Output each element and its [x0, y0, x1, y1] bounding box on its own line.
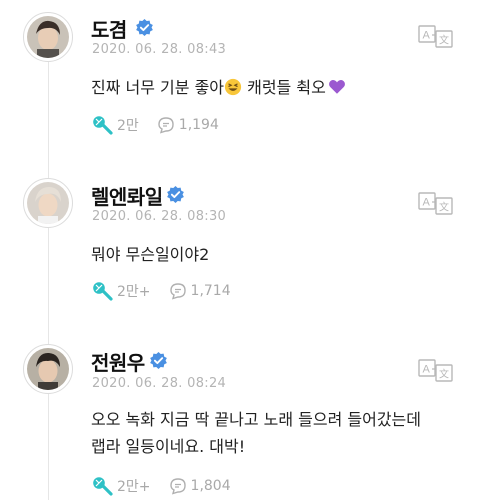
- author-name[interactable]: 도겸: [91, 14, 127, 43]
- post-text: 진짜 너무 기분 좋아 캐럿들 췩오: [91, 74, 346, 101]
- author-name[interactable]: 전원우: [91, 347, 145, 376]
- comment-button[interactable]: 1,194: [157, 116, 219, 134]
- comment-count: 1,804: [190, 478, 231, 494]
- like-button[interactable]: 2만: [91, 115, 139, 135]
- post-item: 렐엔롸일 2020. 06. 28. 08:30 A 文 뭐야 무슨일이야2 2…: [0, 168, 480, 328]
- translate-icon[interactable]: A 文: [418, 359, 454, 383]
- post-timestamp: 2020. 06. 28. 08:30: [92, 209, 227, 224]
- author-name[interactable]: 렐엔롸일: [91, 181, 163, 210]
- verified-icon: [136, 18, 153, 37]
- like-count: 2만+: [117, 284, 151, 300]
- svg-text:文: 文: [439, 368, 449, 381]
- light-stick-icon: [93, 282, 113, 301]
- post-item: 도겸 2020. 06. 28. 08:43 A 文 진짜 너무 기분 좋아 캐…: [0, 0, 480, 160]
- avatar-photo: [27, 16, 69, 58]
- verified-icon: [167, 185, 184, 204]
- post-text-part: 진짜 너무 기분 좋아: [91, 78, 225, 97]
- post-text: 오오 녹화 지금 딱 끝나고 노래 들으려 들어갔는데 랩라 일등이네요. 대박…: [91, 406, 421, 460]
- post-item: 전원우 2020. 06. 28. 08:24 A 文 오오 녹화 지금 딱 끝…: [0, 332, 480, 504]
- like-count: 2만: [117, 118, 139, 134]
- avatar[interactable]: [23, 178, 73, 228]
- post-actions: 2만+ 1,804: [91, 475, 249, 497]
- svg-text:A: A: [423, 30, 431, 42]
- translate-icon[interactable]: A 文: [418, 25, 454, 49]
- svg-text:文: 文: [439, 201, 449, 214]
- svg-text:A: A: [423, 364, 431, 376]
- post-text-line: 오오 녹화 지금 딱 끝나고 노래 들으려 들어갔는데: [91, 410, 422, 429]
- svg-text:文: 文: [439, 34, 449, 47]
- post-text: 뭐야 무슨일이야2: [91, 245, 210, 264]
- avatar[interactable]: [23, 344, 73, 394]
- light-stick-icon: [93, 116, 113, 135]
- verified-icon: [150, 351, 167, 370]
- avatar[interactable]: [23, 12, 73, 62]
- post-text-line: 랩라 일등이네요. 대박!: [91, 437, 246, 456]
- post-timestamp: 2020. 06. 28. 08:24: [92, 376, 227, 391]
- like-count: 2만+: [117, 479, 151, 495]
- comment-icon: [169, 478, 186, 495]
- post-text-part: 캐럿들 췩오: [242, 78, 326, 97]
- avatar-photo: [27, 348, 69, 390]
- comment-button[interactable]: 1,714: [169, 282, 231, 300]
- post-timestamp: 2020. 06. 28. 08:43: [92, 42, 227, 57]
- comment-icon: [158, 117, 174, 134]
- like-button[interactable]: 2만+: [91, 476, 151, 496]
- grinning-squinting-face-icon: [224, 78, 242, 96]
- comment-count: 1,714: [190, 283, 231, 299]
- comment-count: 1,194: [178, 117, 219, 133]
- light-stick-icon: [93, 477, 113, 496]
- purple-heart-icon: [328, 80, 345, 94]
- post-actions: 2만 1,194: [91, 114, 237, 136]
- avatar-photo: [27, 182, 69, 224]
- svg-text:A: A: [423, 197, 431, 209]
- like-button[interactable]: 2만+: [91, 281, 151, 301]
- comment-icon: [169, 283, 186, 300]
- post-actions: 2만+ 1,714: [91, 280, 249, 302]
- translate-icon[interactable]: A 文: [418, 192, 454, 216]
- comment-button[interactable]: 1,804: [169, 477, 231, 495]
